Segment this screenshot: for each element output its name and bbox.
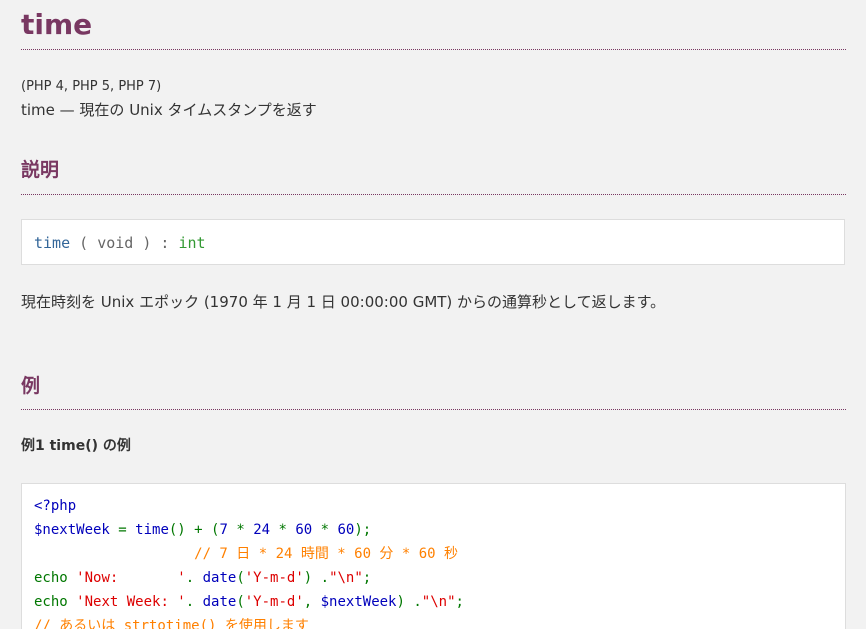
code-op: . [185, 570, 203, 586]
code-string: 'Y-m-d' [244, 570, 304, 586]
code-op: . [185, 594, 203, 610]
code-number: 60 [295, 522, 313, 538]
code-number: 7 [219, 522, 228, 538]
code-line-4: echo 'Now: '. date('Y-m-d') ."\n"; [34, 568, 371, 588]
code-keyword-echo: echo [34, 594, 77, 610]
code-fn-date: date [202, 570, 237, 586]
code-php-open-tag: <?php [34, 498, 77, 514]
description-text: 現在時刻を Unix エポック (1970 年 1 月 1 日 00:00:00… [21, 293, 666, 311]
code-line-3: // 7 日 * 24 時間 * 60 分 * 60 秒 [34, 544, 458, 564]
code-op: = [109, 522, 136, 538]
code-line-5: echo 'Next Week: '. date('Y-m-d', $nextW… [34, 592, 464, 612]
code-line-2: $nextWeek = time() + (7 * 24 * 60 * 60); [34, 520, 371, 540]
php-versions: (PHP 4, PHP 5, PHP 7) [21, 79, 162, 94]
code-op: ); [354, 522, 372, 538]
refname-purpose: time — 現在の Unix タイムスタンプを返す [21, 101, 317, 119]
code-number: 60 [337, 522, 355, 538]
code-op: () + ( [168, 522, 220, 538]
title-divider [21, 49, 846, 50]
code-op: * [227, 522, 254, 538]
example-title: 例1 time() の例 [21, 438, 131, 454]
code-op: ( [236, 570, 245, 586]
code-op: , [303, 594, 321, 610]
code-line-1: <?php [34, 496, 76, 516]
code-fn-date: date [202, 594, 237, 610]
code-line-6: // あるいは strtotime() を使用します [34, 616, 309, 629]
synopsis-return-type[interactable]: int [179, 234, 206, 252]
code-op: ) . [303, 570, 330, 586]
synopsis-function-name[interactable]: time [34, 234, 70, 252]
code-example: <?php $nextWeek = time() + (7 * 24 * 60 … [21, 483, 846, 629]
code-string: 'Next Week: ' [76, 594, 186, 610]
code-number: 24 [253, 522, 271, 538]
code-string: 'Now: ' [76, 570, 186, 586]
code-var-nextweek: $nextWeek [34, 522, 110, 538]
code-string: 'Y-m-d' [244, 594, 304, 610]
code-var-nextweek: $nextWeek [320, 594, 397, 610]
examples-heading: 例 [21, 375, 41, 397]
synopsis-param: void [97, 234, 134, 252]
code-op: ( [236, 594, 245, 610]
code-keyword-echo: echo [34, 570, 77, 586]
code-fn-time: time [135, 522, 169, 538]
synopsis-close-paren: ) : [133, 234, 179, 252]
page-title: time [21, 8, 93, 41]
code-op: * [270, 522, 296, 538]
code-op: ) . [396, 594, 422, 610]
code-comment: // あるいは strtotime() を使用します [34, 618, 309, 629]
method-synopsis: time ( void ) : int [21, 219, 845, 265]
synopsis-open-paren: ( [70, 234, 98, 252]
code-op: * [312, 522, 338, 538]
code-string: "\n" [329, 570, 363, 586]
examples-divider [21, 409, 846, 410]
code-string: "\n" [421, 594, 456, 610]
description-heading: 説明 [21, 159, 60, 181]
code-comment: // 7 日 * 24 時間 * 60 分 * 60 秒 [34, 546, 459, 562]
description-divider [21, 194, 846, 195]
code-op: ; [455, 594, 464, 610]
doc-page: time (PHP 4, PHP 5, PHP 7) time — 現在の Un… [0, 0, 866, 629]
code-op: ; [362, 570, 372, 586]
